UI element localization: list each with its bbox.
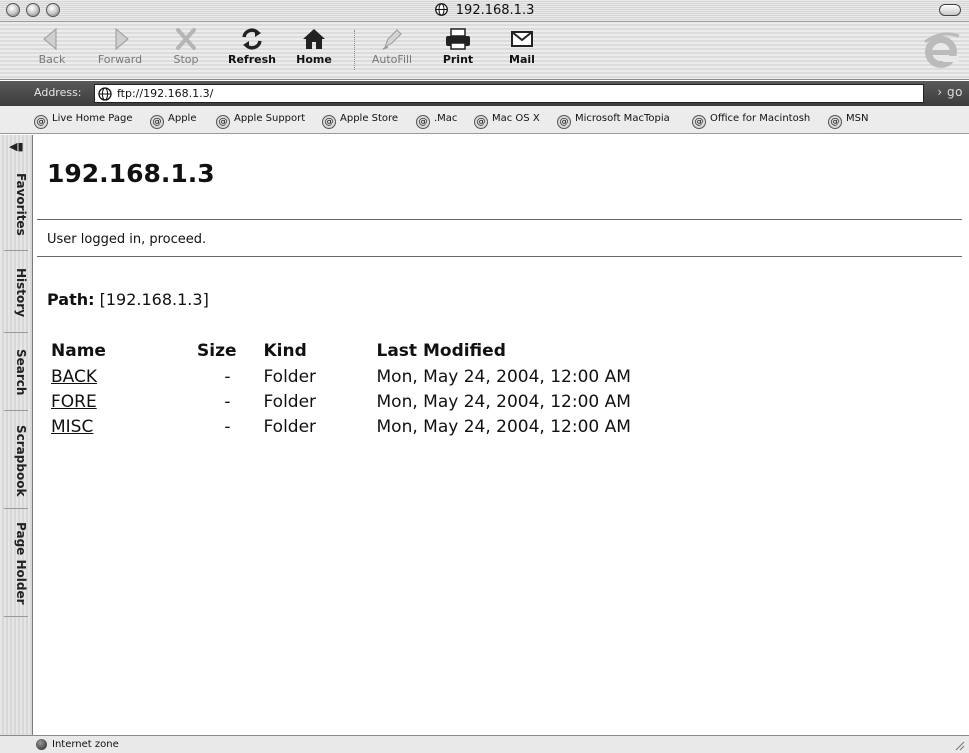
favorite-link-office-for-macintosh[interactable]: @ Office for Macintosh <box>692 113 810 129</box>
autofill-pen-icon <box>382 29 402 50</box>
go-button[interactable]: › go <box>937 85 963 99</box>
directory-listing: Name Size Kind Last Modified BACK - Fold… <box>51 337 697 439</box>
tab-history[interactable]: History <box>4 253 28 333</box>
autofill-button[interactable]: AutoFill <box>362 24 422 78</box>
stop-x-icon <box>176 28 196 50</box>
ftp-globe-icon <box>98 87 112 101</box>
folder-link-back[interactable]: BACK <box>51 367 97 387</box>
favorite-link-dotmac[interactable]: @ .Mac <box>416 113 457 129</box>
autofill-button-label: AutoFill <box>371 53 413 66</box>
row-size: - <box>224 391 231 412</box>
divider <box>37 256 962 257</box>
at-sign-icon: @ <box>557 115 571 129</box>
mail-button[interactable]: Mail <box>492 24 552 78</box>
explorer-bar: ◀▮ Favorites History Search Scrapbook Pa… <box>0 135 33 735</box>
mail-button-label: Mail <box>509 53 535 66</box>
at-sign-icon: @ <box>150 115 164 129</box>
at-sign-icon: @ <box>828 115 842 129</box>
listing-row: FORE - Folder Mon, May 24, 2004, 12:00 A… <box>51 389 697 414</box>
row-last-modified: Mon, May 24, 2004, 12:00 AM <box>376 416 631 437</box>
at-sign-icon: @ <box>34 115 48 129</box>
toolbar-separator <box>354 30 355 70</box>
ftp-status-message: User logged in, proceed. <box>47 232 207 247</box>
forward-button[interactable]: Forward <box>90 24 150 78</box>
home-icon <box>303 29 325 49</box>
forward-arrow-icon <box>115 27 129 51</box>
back-button-label: Back <box>38 53 66 66</box>
favorite-link-apple-store[interactable]: @ Apple Store <box>322 113 398 129</box>
path-label: Path: <box>47 290 95 309</box>
window-title-bar[interactable]: 192.168.1.3 <box>0 0 969 22</box>
row-size: - <box>224 366 231 387</box>
status-bar: Internet zone <box>0 735 969 753</box>
resize-grip-icon[interactable] <box>953 739 965 751</box>
sidebar-collapse-icon[interactable]: ◀▮ <box>9 140 24 153</box>
row-kind: Folder <box>263 416 317 437</box>
internet-zone-icon <box>36 739 47 750</box>
listing-row: MISC - Folder Mon, May 24, 2004, 12:00 A… <box>51 414 697 439</box>
row-kind: Folder <box>263 366 317 387</box>
column-header-name: Name <box>51 340 106 361</box>
favorites-bar: @ Live Home Page @ Apple @ Apple Support @ A… <box>0 106 969 134</box>
page-content: 192.168.1.3 User logged in, proceed. Pat… <box>34 135 969 735</box>
home-button-label: Home <box>296 53 332 66</box>
mail-envelope-icon <box>511 31 533 47</box>
row-kind: Folder <box>263 391 317 412</box>
column-header-size: Size <box>197 340 237 361</box>
path-line: Path: [192.168.1.3] <box>47 290 209 309</box>
favorite-link-apple[interactable]: @ Apple <box>150 113 196 129</box>
security-zone-label: Internet zone <box>52 739 119 750</box>
refresh-icon <box>242 28 262 50</box>
at-sign-icon: @ <box>416 115 430 129</box>
tab-scrapbook[interactable]: Scrapbook <box>4 413 28 509</box>
folder-link-fore[interactable]: FORE <box>51 392 97 412</box>
back-arrow-icon <box>43 27 57 51</box>
listing-row: BACK - Folder Mon, May 24, 2004, 12:00 A… <box>51 364 697 389</box>
refresh-button[interactable]: Refresh <box>222 24 282 78</box>
window-title-container: 192.168.1.3 <box>0 3 969 18</box>
at-sign-icon: @ <box>216 115 230 129</box>
address-bar: Address: ftp://192.168.1.3/ › go <box>0 81 969 106</box>
forward-button-label: Forward <box>97 53 143 66</box>
favorite-link-microsoft-mactopia[interactable]: @ Microsoft MacTopia <box>557 113 670 129</box>
folder-link-misc[interactable]: MISC <box>51 417 93 437</box>
globe-icon <box>434 3 448 16</box>
favorite-link-msn[interactable]: @ MSN <box>828 113 868 129</box>
toolbar-toggle-button[interactable] <box>939 4 961 16</box>
address-value: ftp://192.168.1.3/ <box>117 87 214 100</box>
print-button-label: Print <box>442 53 474 66</box>
column-header-last-modified: Last Modified <box>376 340 506 361</box>
printer-icon <box>446 28 470 50</box>
stop-button[interactable]: Stop <box>156 24 216 78</box>
refresh-button-label: Refresh <box>228 53 276 66</box>
column-header-kind: Kind <box>263 340 307 361</box>
at-sign-icon: @ <box>692 115 706 129</box>
row-last-modified: Mon, May 24, 2004, 12:00 AM <box>376 366 631 387</box>
at-sign-icon: @ <box>474 115 488 129</box>
stop-button-label: Stop <box>173 53 199 66</box>
address-label: Address: <box>34 86 82 99</box>
divider <box>37 219 962 220</box>
tab-favorites[interactable]: Favorites <box>4 159 28 251</box>
row-size: - <box>224 416 231 437</box>
listing-header-row: Name Size Kind Last Modified <box>51 337 697 364</box>
page-title: 192.168.1.3 <box>47 159 215 188</box>
row-last-modified: Mon, May 24, 2004, 12:00 AM <box>376 391 631 412</box>
path-value: [192.168.1.3] <box>99 290 209 309</box>
tab-page-holder[interactable]: Page Holder <box>4 511 28 617</box>
address-input[interactable]: ftp://192.168.1.3/ <box>94 84 924 103</box>
tab-search[interactable]: Search <box>4 335 28 411</box>
internet-explorer-logo-icon <box>924 32 960 68</box>
at-sign-icon: @ <box>322 115 336 129</box>
favorite-link-mac-os-x[interactable]: @ Mac OS X <box>474 113 540 129</box>
favorite-link-live-home-page[interactable]: @ Live Home Page <box>34 113 133 129</box>
home-button[interactable]: Home <box>284 24 344 78</box>
browser-toolbar: Back Forward Stop Refresh Home AutoFill … <box>0 22 969 80</box>
print-button[interactable]: Print <box>428 24 488 78</box>
back-button[interactable]: Back <box>22 24 82 78</box>
window-title: 192.168.1.3 <box>455 3 535 18</box>
favorite-link-apple-support[interactable]: @ Apple Support <box>216 113 305 129</box>
